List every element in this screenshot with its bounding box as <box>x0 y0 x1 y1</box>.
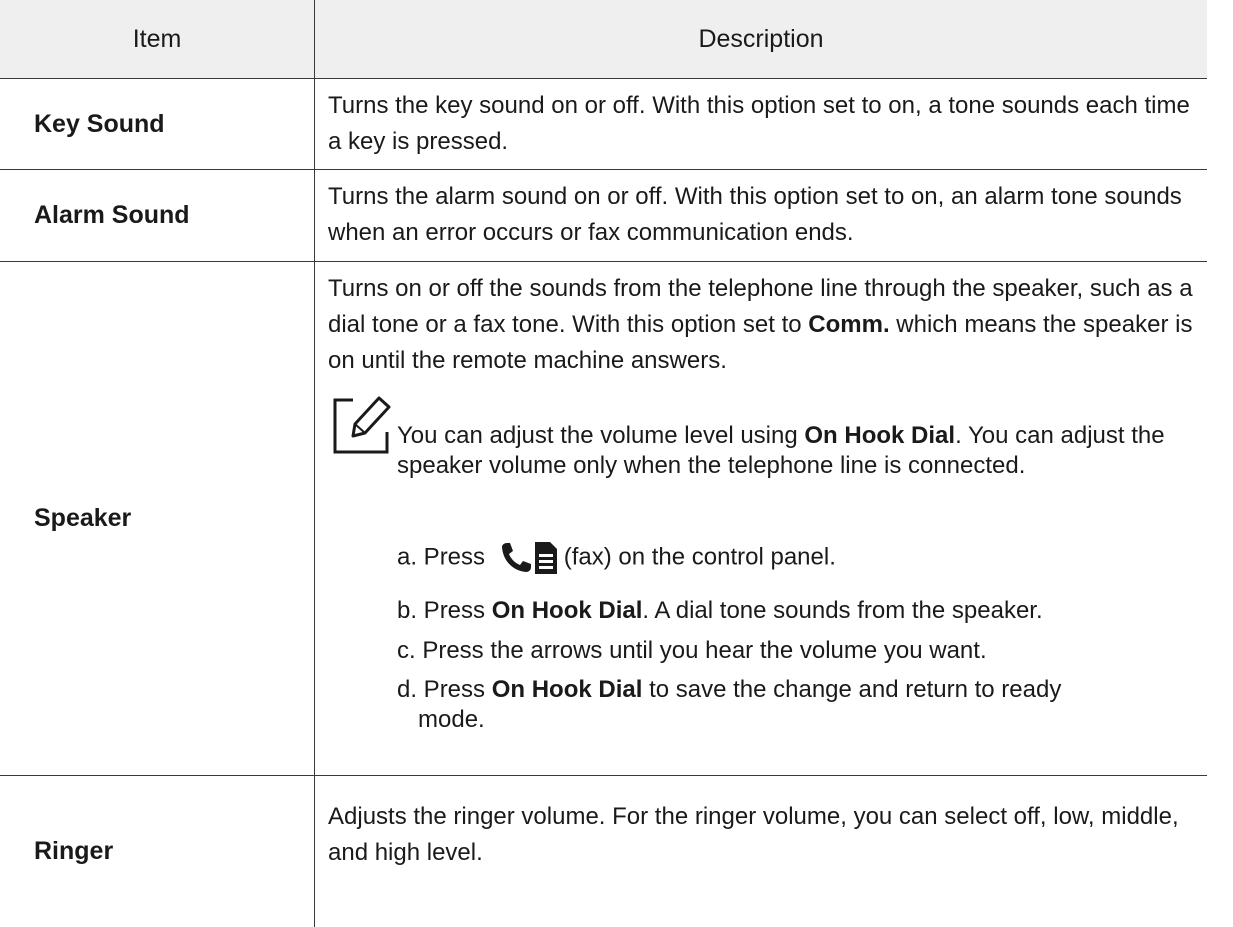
row-item-ringer: Ringer <box>34 837 114 865</box>
pencil-note-icon <box>333 396 391 454</box>
step-c: c. Press the arrows until you hear the v… <box>397 637 987 664</box>
speaker-note: You can adjust the volume level using On… <box>397 422 1165 479</box>
step-b: b. Press On Hook Dial. A dial tone sound… <box>397 597 1043 624</box>
row-description: Turns the key sound on or off. With this… <box>328 92 1190 155</box>
row-item-speaker: Speaker <box>34 504 132 532</box>
step-a: a. Press (fax) on the control panel. <box>397 541 1207 575</box>
table-row: Alarm Sound Turns the alarm sound on or … <box>0 170 1207 262</box>
header-item: Item <box>132 24 182 53</box>
row-description: Adjusts the ringer volume. For the ringe… <box>328 803 1179 866</box>
step-d: d. Press On Hook Dial to save the change… <box>397 676 1062 733</box>
header-description: Description <box>698 24 824 53</box>
table-header: Item Description <box>0 0 1207 79</box>
column-divider <box>314 0 315 927</box>
table-row: Key Sound Turns the key sound on or off.… <box>0 79 1207 170</box>
row-description: Turns on or off the sounds from the tele… <box>328 275 1193 374</box>
phone-document-fax-icon <box>501 542 557 574</box>
row-item-alarm-sound: Alarm Sound <box>34 201 190 229</box>
row-item-key-sound: Key Sound <box>34 109 165 138</box>
row-description: Turns the alarm sound on or off. With th… <box>328 183 1182 246</box>
table-row: Ringer Adjusts the ringer volume. For th… <box>0 776 1207 927</box>
